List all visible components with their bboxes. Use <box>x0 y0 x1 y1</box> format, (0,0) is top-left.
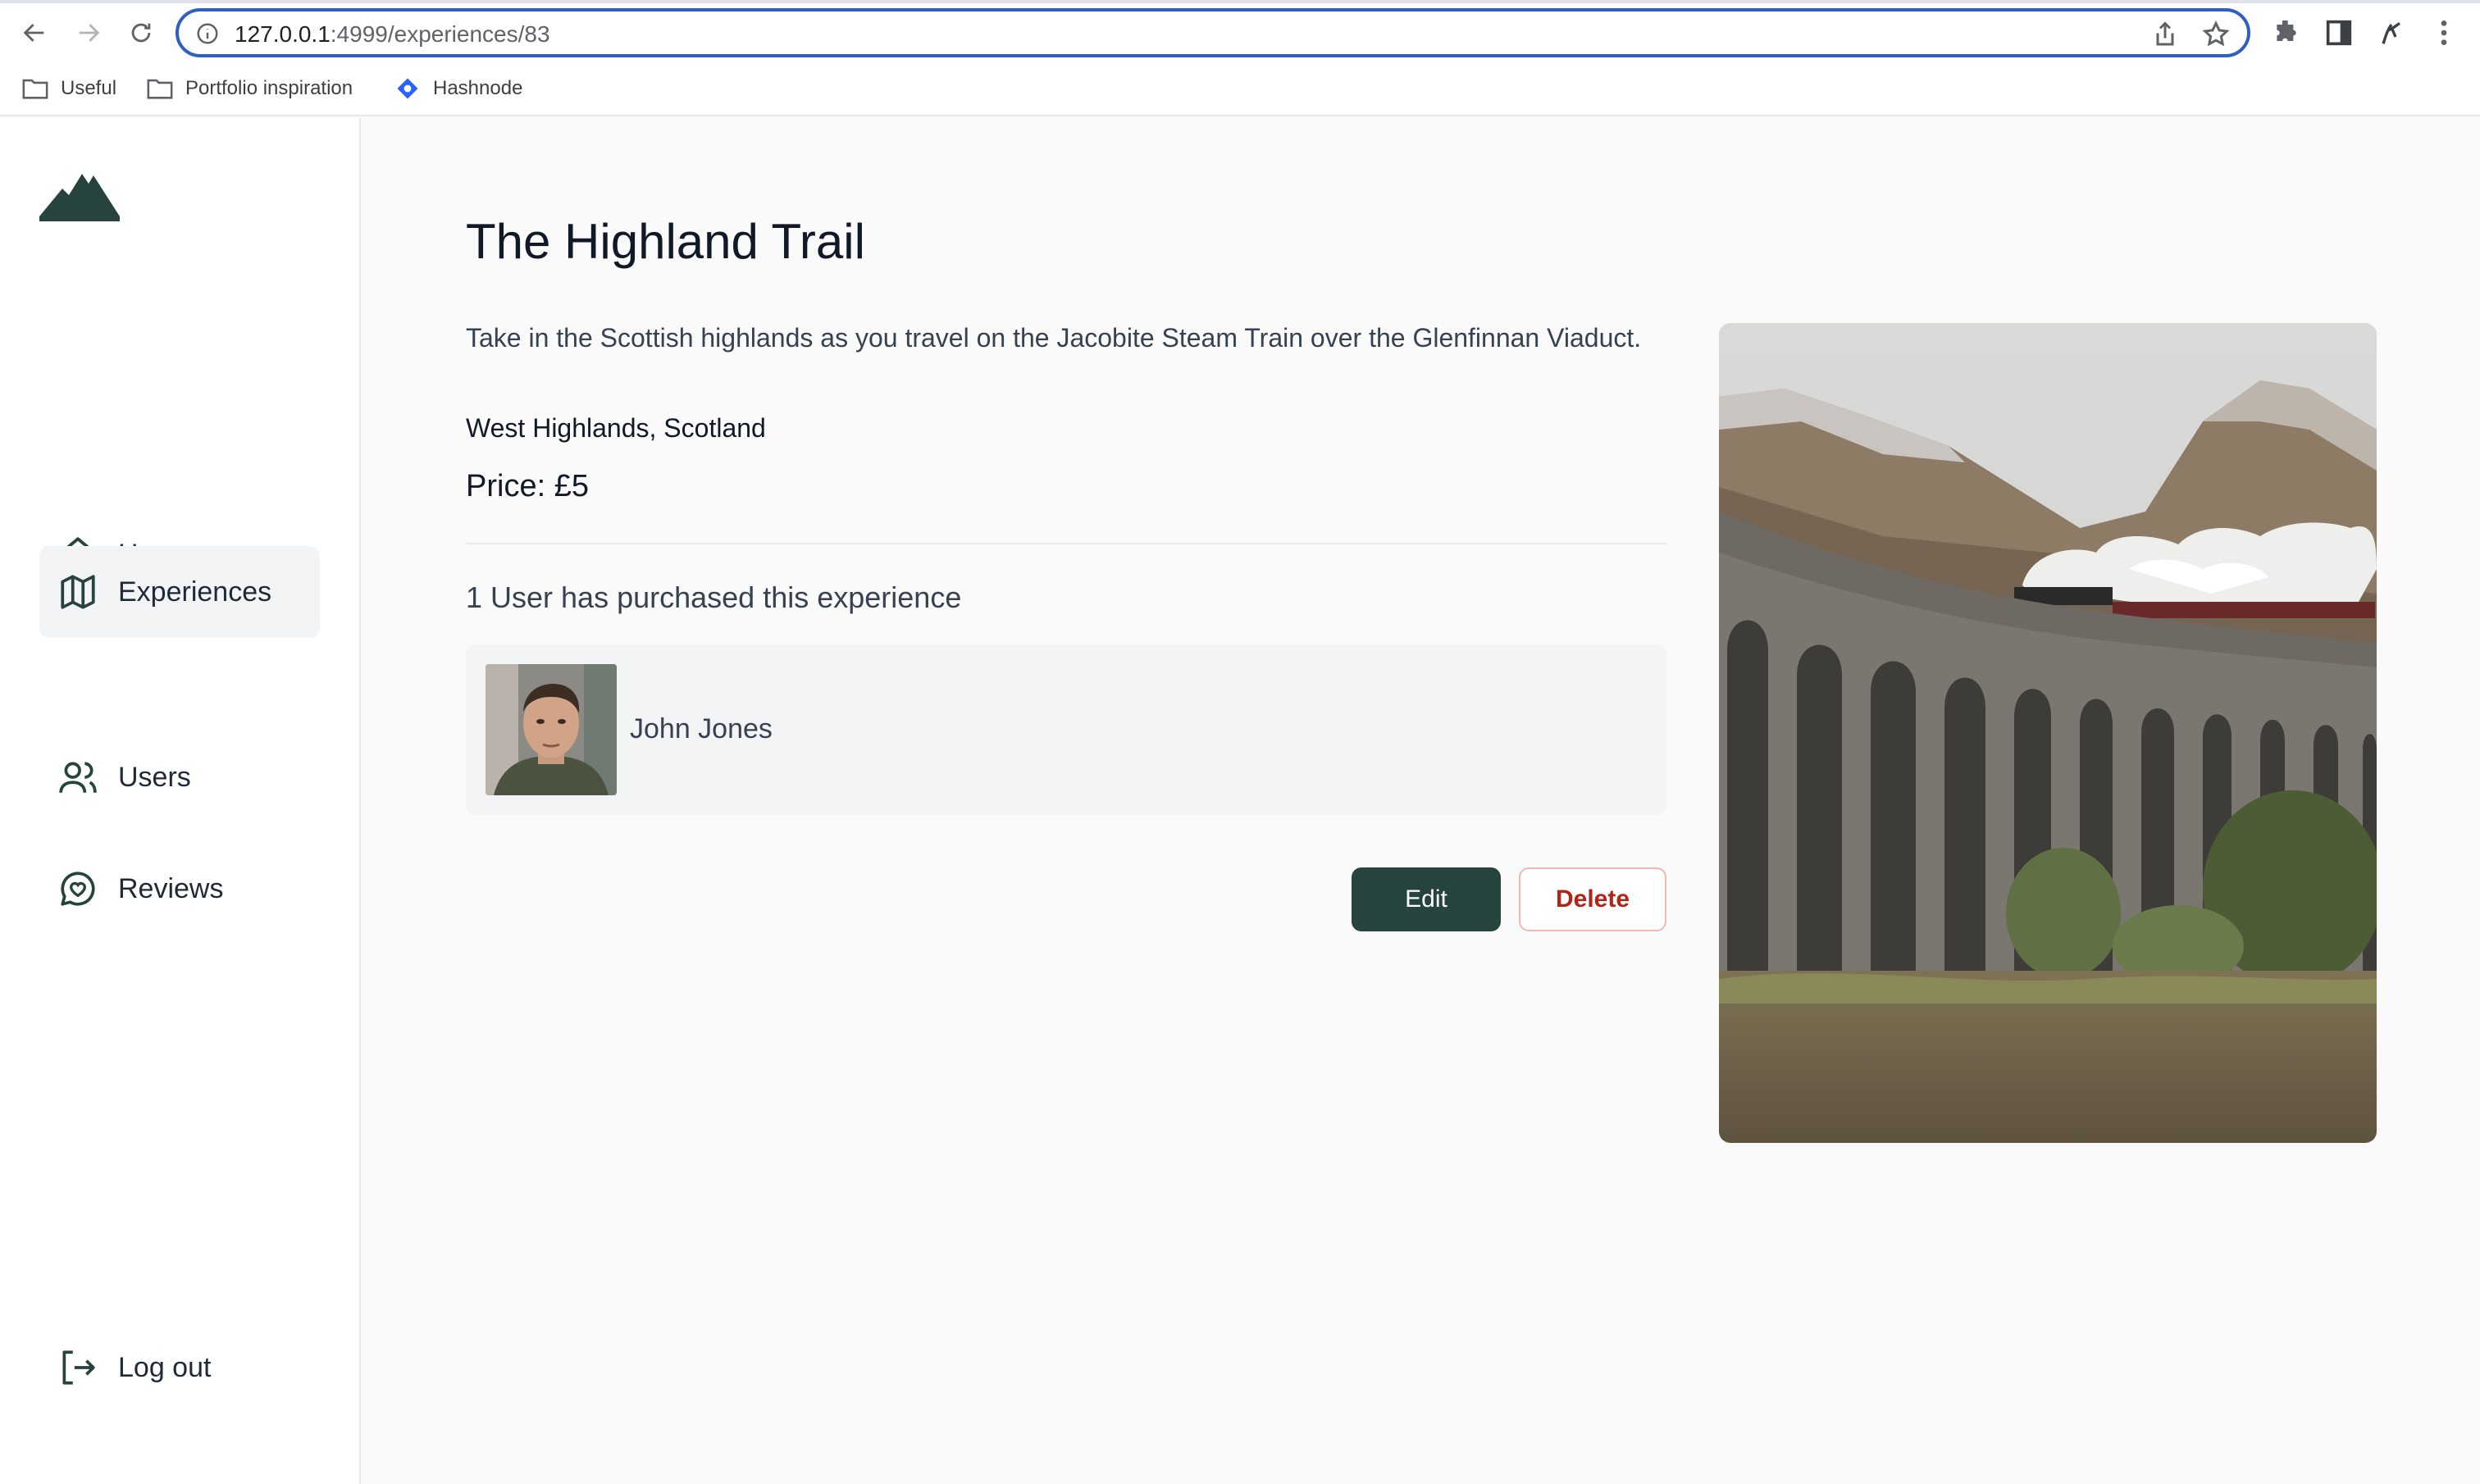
bookmark-hashnode[interactable]: Hashnode <box>394 74 522 103</box>
bookmark-useful[interactable]: Useful <box>21 74 116 103</box>
mountain-logo-icon[interactable] <box>39 167 121 221</box>
experience-location: West Highlands, Scotland <box>466 413 766 443</box>
bookmark-label: Portfolio inspiration <box>185 77 353 99</box>
hashnode-icon <box>397 78 418 99</box>
extensions-icon[interactable] <box>2270 16 2303 49</box>
bookmark-label: Hashnode <box>433 77 523 99</box>
sidebar-item-label: Users <box>118 761 191 793</box>
map-icon <box>61 575 95 609</box>
buyer-list-item[interactable]: John Jones <box>466 644 1666 815</box>
logout-label: Log out <box>118 1351 212 1383</box>
purchased-count-text: 1 User has purchased this experience <box>466 580 962 614</box>
sidebar-item-label: Experiences <box>118 576 272 608</box>
sidebar-item-reviews[interactable]: Reviews <box>39 843 320 935</box>
browser-chrome: 127.0.0.1:4999/experiences/83 Useful Por… <box>0 0 2480 116</box>
viaduct-photo <box>1719 323 2377 1143</box>
experience-image <box>1719 323 2377 1143</box>
logout-icon <box>62 1350 95 1385</box>
main-content: The Highland Trail Take in the Scottish … <box>362 118 2480 1484</box>
forward-button[interactable] <box>71 15 107 51</box>
avatar-photo <box>486 664 617 795</box>
sidebar-item-label: Reviews <box>118 872 224 904</box>
divider <box>466 543 1666 544</box>
reload-button[interactable] <box>123 15 159 51</box>
profile-extension-icon[interactable] <box>2375 16 2408 49</box>
delete-button[interactable]: Delete <box>1519 867 1666 931</box>
address-bar[interactable]: 127.0.0.1:4999/experiences/83 <box>176 8 2250 57</box>
bookmark-star-icon[interactable] <box>2201 20 2231 49</box>
chat-heart-icon <box>61 872 95 906</box>
back-button[interactable] <box>16 15 52 51</box>
tabstrip-edge <box>0 0 2480 3</box>
buyer-name[interactable]: John Jones <box>630 713 773 745</box>
site-info-icon[interactable] <box>195 21 220 46</box>
arrow-right-icon <box>79 24 100 42</box>
experience-description: Take in the Scottish highlands as you tr… <box>466 323 1642 353</box>
sidebar-item-users[interactable]: Users <box>39 731 320 823</box>
sidebar: Home Experiences Users Reviews Log out <box>0 118 361 1484</box>
logout-button[interactable]: Log out <box>39 1322 320 1413</box>
bookmark-label: Useful <box>61 77 117 99</box>
url-host: 127.0.0.1 <box>235 21 331 47</box>
folder-icon <box>22 79 48 99</box>
reload-icon <box>131 23 151 43</box>
url-text[interactable]: 127.0.0.1:4999/experiences/83 <box>235 21 550 48</box>
bookmarks-bar: Useful Portfolio inspiration Hashnode <box>0 71 2480 107</box>
sidebar-item-experiences[interactable]: Experiences <box>39 546 320 638</box>
url-path: :4999/experiences/83 <box>330 21 550 47</box>
users-icon <box>59 762 97 793</box>
arrow-left-icon <box>23 24 44 42</box>
bookmark-portfolio-inspiration[interactable]: Portfolio inspiration <box>146 74 353 103</box>
experience-price: Price: £5 <box>466 469 589 503</box>
folder-icon <box>147 79 173 99</box>
side-panel-icon[interactable] <box>2323 16 2355 49</box>
edit-button[interactable]: Edit <box>1352 867 1501 931</box>
kebab-menu-icon[interactable] <box>2428 16 2460 49</box>
avatar <box>486 664 617 795</box>
share-icon[interactable] <box>2150 20 2180 49</box>
page-title: The Highland Trail <box>466 214 865 269</box>
